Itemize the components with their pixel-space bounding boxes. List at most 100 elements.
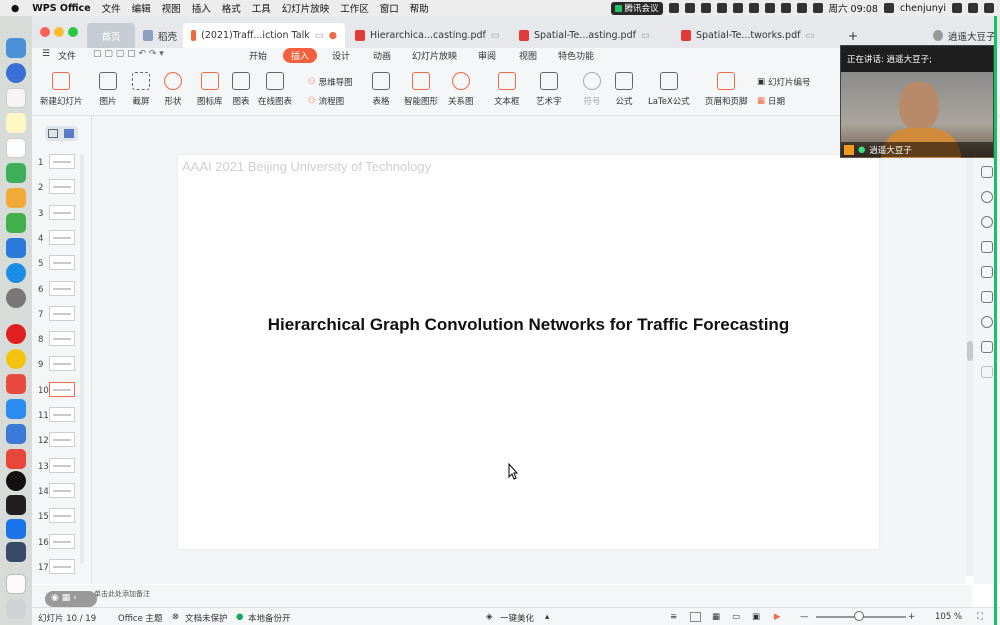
menu-edit[interactable]: 编辑 <box>132 1 151 15</box>
menu-file[interactable]: 文件 <box>102 1 121 15</box>
tray-icon-6[interactable] <box>748 3 759 13</box>
trash-icon[interactable] <box>6 599 26 619</box>
tray-icon-4[interactable] <box>716 3 727 13</box>
ribbon-tab-features[interactable]: 特色功能 <box>558 49 594 62</box>
canvas-scroll-thumb[interactable] <box>967 341 973 361</box>
slide-thumbnail-preview[interactable] <box>49 204 75 220</box>
slide-thumbnail-preview[interactable] <box>49 381 75 397</box>
numbers-icon[interactable] <box>6 213 26 233</box>
symbol-button[interactable]: 符号 <box>583 72 601 107</box>
theme-name[interactable]: Office 主题 <box>118 612 163 624</box>
tab-pdf-1[interactable]: Hierarchica...casting.pdf ▭ <box>347 23 508 48</box>
thumbnail-scrollbar[interactable] <box>80 154 84 564</box>
wps-icon[interactable] <box>6 449 26 469</box>
zoom-level[interactable]: 105 % <box>935 612 962 622</box>
fill-icon[interactable] <box>981 191 993 203</box>
mindmap-button[interactable]: ⚇ 思维导图 <box>308 76 353 88</box>
slide-thumbnail-preview[interactable] <box>49 331 75 347</box>
file-menu-button[interactable]: 文件 <box>58 49 76 62</box>
baidu-netdisk-icon[interactable] <box>6 399 26 419</box>
netease-music-icon[interactable] <box>6 324 26 344</box>
latex-formula-button[interactable]: LaTeX公式 <box>648 72 690 107</box>
slide-thumbnail-preview[interactable] <box>49 179 75 195</box>
shape-button[interactable]: 形状 <box>164 72 182 107</box>
slide-thumbnail-preview[interactable] <box>49 508 75 524</box>
slide-thumbnail-preview[interactable] <box>49 229 75 245</box>
ribbon-tab-animation[interactable]: 动画 <box>373 49 391 62</box>
close-window-icon[interactable] <box>40 27 50 37</box>
ribbon-tab-view[interactable]: 视图 <box>519 49 537 62</box>
tray-icon-2[interactable] <box>684 3 695 13</box>
wordart-button[interactable]: 艺术字 <box>536 72 562 107</box>
slide-thumbnail-preview[interactable] <box>49 154 75 169</box>
notification-icon[interactable] <box>984 3 994 13</box>
photos-icon[interactable] <box>6 163 26 183</box>
minimize-window-icon[interactable] <box>54 27 64 37</box>
effects-icon[interactable] <box>981 216 993 228</box>
username[interactable]: chenjunyi <box>900 3 946 14</box>
finder-icon[interactable] <box>6 38 26 58</box>
battery-icon[interactable] <box>796 3 807 13</box>
textbox-button[interactable]: 文本框 <box>494 72 520 107</box>
ribbon-tab-insert[interactable]: 插入 <box>283 48 318 63</box>
pages-icon[interactable] <box>6 188 26 208</box>
app-menu-name[interactable]: WPS Office <box>32 3 90 14</box>
wifi-icon[interactable] <box>780 3 791 13</box>
hexagon-icon[interactable] <box>981 366 993 378</box>
presenter-view-icon[interactable]: ▣ <box>752 612 760 622</box>
backup-status[interactable]: 本地备份开 <box>248 612 291 624</box>
clock[interactable]: 周六 09:08 <box>829 1 878 15</box>
smart-graphic-button[interactable]: 智能图形 <box>404 72 438 107</box>
zoom-slider-thumb[interactable] <box>854 611 864 621</box>
beautify-button[interactable]: 一键美化 <box>500 612 534 624</box>
menu-tools[interactable]: 工具 <box>252 1 271 15</box>
document-icon[interactable] <box>6 574 26 594</box>
zoom-out-icon[interactable]: — <box>800 612 809 622</box>
tab-pdf-3[interactable]: Spatial-Te...tworks.pdf ▭ <box>673 23 822 48</box>
siri-icon[interactable] <box>968 3 978 13</box>
play-slideshow-icon[interactable]: ▶ <box>774 612 781 622</box>
sorter-view-icon[interactable]: ▦ <box>712 612 720 622</box>
notes-toggle-icon[interactable]: ≡ <box>670 612 677 622</box>
formula-button[interactable]: 公式 <box>615 72 633 107</box>
tencent-meeting-icon[interactable] <box>6 519 26 539</box>
menu-window[interactable]: 窗口 <box>380 1 399 15</box>
slide-thumbnail-preview[interactable] <box>49 305 75 321</box>
slide-thumbnail-preview[interactable] <box>49 407 75 422</box>
menu-help[interactable]: 帮助 <box>410 1 429 15</box>
search-icon[interactable] <box>952 3 962 13</box>
pin-icon[interactable] <box>981 266 993 278</box>
pycharm-icon[interactable] <box>6 495 26 515</box>
settings-sliders-icon[interactable] <box>981 291 993 303</box>
tab-home[interactable]: 首页 <box>87 23 135 48</box>
slide-thumbnail-preview[interactable] <box>49 533 75 549</box>
maximize-window-icon[interactable] <box>68 27 78 37</box>
system-preferences-icon[interactable] <box>6 288 26 308</box>
slide-thumbnail-preview[interactable] <box>49 457 75 473</box>
menu-view[interactable]: 视图 <box>162 1 181 15</box>
calendar-icon[interactable] <box>6 88 26 108</box>
header-footer-button[interactable]: 页眉和页脚 <box>705 72 748 107</box>
meeting-badge[interactable]: 腾讯会议 <box>610 1 663 15</box>
quick-access-icons[interactable]: ▢ ▢ ▢ ▢ ↶ ↷ ▾ <box>93 49 164 59</box>
notes-placeholder[interactable]: 单击此处添加备注 <box>94 589 150 599</box>
notes-pane[interactable]: 单击此处添加备注 ◉ ▦ ‹ <box>32 585 972 607</box>
floating-mini-toolbar[interactable]: ◉ ▦ ‹ <box>45 591 97 607</box>
beautify-dropdown-icon[interactable]: ▴ <box>545 612 549 622</box>
tray-icon-3[interactable] <box>700 3 711 13</box>
ribbon-tab-design[interactable]: 设计 <box>332 49 350 62</box>
menu-insert[interactable]: 插入 <box>192 1 211 15</box>
picture-button[interactable]: 图片 <box>99 72 117 107</box>
normal-view-icon[interactable] <box>690 612 701 622</box>
doc-protect-status[interactable]: 文档未保护 <box>185 612 228 624</box>
notes-icon[interactable] <box>6 113 26 133</box>
copy-icon[interactable] <box>981 241 993 253</box>
slide-thumbnail-preview[interactable] <box>49 356 75 372</box>
menu-format[interactable]: 格式 <box>222 1 241 15</box>
keynote-icon[interactable] <box>6 238 26 258</box>
view-toggle[interactable] <box>45 126 78 141</box>
qq-icon[interactable] <box>6 471 26 491</box>
reminders-icon[interactable] <box>6 138 26 158</box>
image-panel-icon[interactable] <box>981 341 993 353</box>
slide-thumbnail-preview[interactable] <box>49 255 75 271</box>
